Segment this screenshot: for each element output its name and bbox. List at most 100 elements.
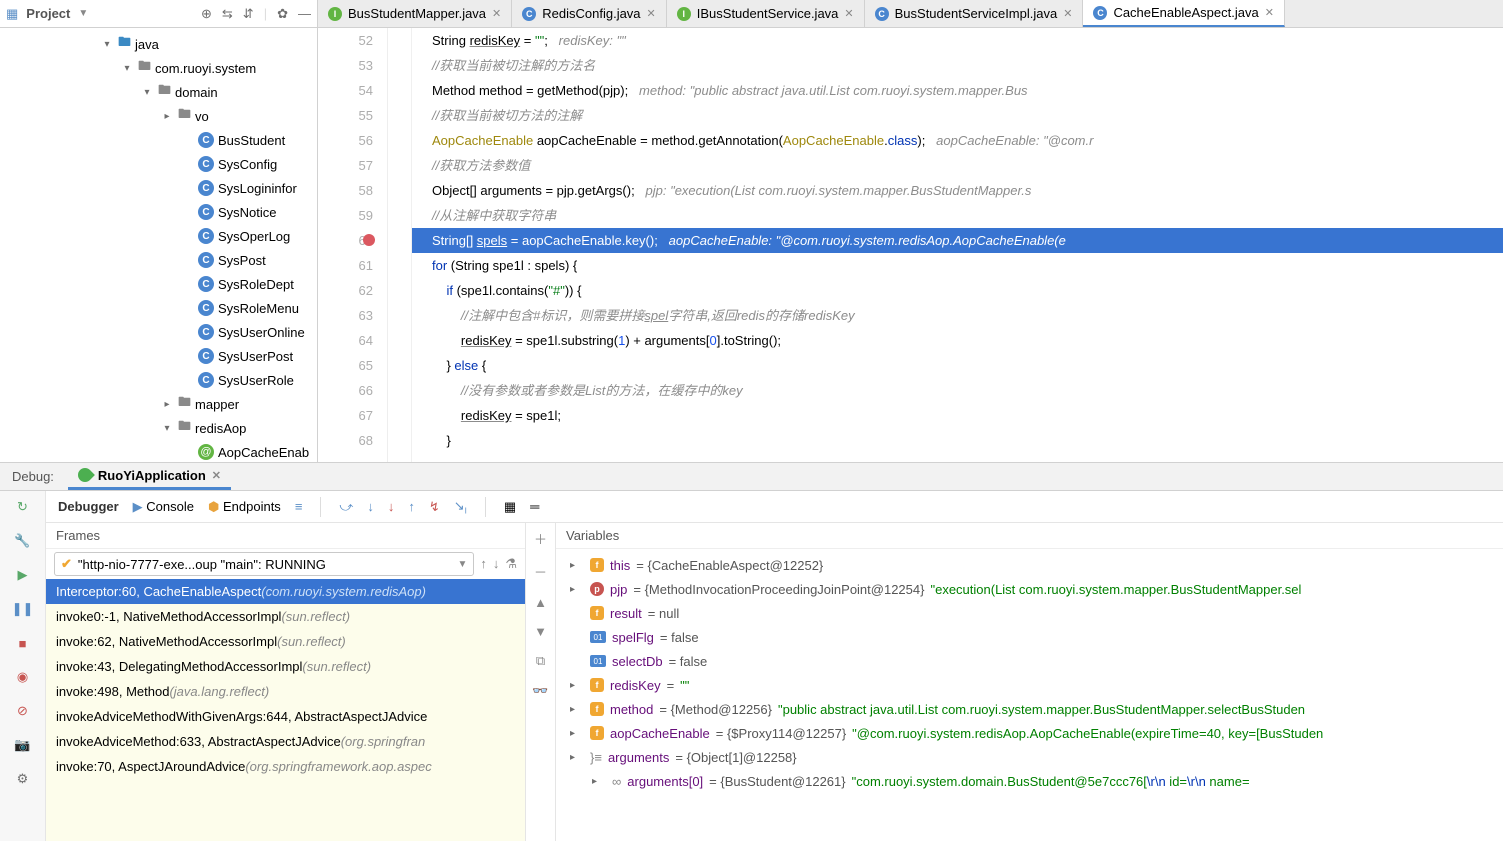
editor-tab[interactable]: CBusStudentServiceImpl.java✕	[865, 0, 1084, 27]
chevron-icon[interactable]: ▸	[570, 584, 584, 595]
stack-frame[interactable]: Interceptor:60, CacheEnableAspect (com.r…	[46, 579, 525, 604]
close-icon[interactable]: ✕	[1063, 7, 1072, 20]
chevron-icon[interactable]: ▸	[160, 111, 174, 122]
chevron-icon[interactable]: ▾	[100, 39, 114, 50]
tree-item[interactable]: ▾🖿domain	[0, 80, 317, 104]
tree-item[interactable]: CSysLogininfor	[0, 176, 317, 200]
code-line[interactable]: redisKey = spe1l.substring(1) + argument…	[412, 328, 1503, 353]
endpoints-tab[interactable]: ⬢ Endpoints	[208, 499, 281, 515]
stack-frame[interactable]: invokeAdviceMethod:633, AbstractAspectJA…	[46, 729, 525, 754]
tree-item[interactable]: CSysPost	[0, 248, 317, 272]
mute-bp-icon[interactable]: ⊘	[13, 701, 33, 721]
editor-tab[interactable]: CRedisConfig.java✕	[512, 0, 667, 27]
code-line[interactable]: //获取当前被切注解的方法名	[412, 53, 1503, 78]
project-dropdown[interactable]: ▼	[78, 8, 88, 19]
glasses-icon[interactable]: 👓	[532, 683, 548, 699]
chevron-icon[interactable]: ▸	[570, 728, 584, 739]
code-editor[interactable]: 5253545556575859606162636465666768 Strin…	[318, 28, 1503, 462]
close-icon[interactable]: ✕	[1265, 6, 1274, 19]
next-frame-icon[interactable]: ↓	[493, 556, 500, 572]
drop-frame-icon[interactable]: ↯	[429, 499, 440, 515]
code-line[interactable]: //获取方法参数值	[412, 153, 1503, 178]
tree-item[interactable]: CSysNotice	[0, 200, 317, 224]
stack-frame[interactable]: invoke0:-1, NativeMethodAccessorImpl (su…	[46, 604, 525, 629]
chevron-icon[interactable]: ▾	[140, 87, 154, 98]
code-line[interactable]: AopCacheEnable aopCacheEnable = method.g…	[412, 128, 1503, 153]
tree-item[interactable]: CSysUserPost	[0, 344, 317, 368]
step-into-icon[interactable]: ↓	[367, 499, 374, 514]
code-line[interactable]: //没有参数或者参数是List的方法，在缓存中的key	[412, 378, 1503, 403]
locate-icon[interactable]: ⊕	[201, 6, 212, 22]
variable-row[interactable]: ▸f this = {CacheEnableAspect@12252}	[556, 553, 1503, 577]
chevron-icon[interactable]: ▸	[570, 752, 584, 763]
variable-row[interactable]: f result = null	[556, 601, 1503, 625]
down-icon[interactable]: ▼	[534, 624, 547, 639]
remove-icon[interactable]: －	[534, 562, 547, 581]
console-tab[interactable]: ▶ Console	[133, 499, 194, 515]
variable-row[interactable]: ▸f method = {Method@12256} "public abstr…	[556, 697, 1503, 721]
code-lines[interactable]: String redisKey = ""; redisKey: ""//获取当前…	[412, 28, 1503, 462]
chevron-icon[interactable]: ▸	[570, 704, 584, 715]
copy-icon[interactable]: ⧉	[536, 653, 545, 669]
variable-row[interactable]: 01 selectDb = false	[556, 649, 1503, 673]
close-icon[interactable]: ✕	[492, 7, 501, 20]
modify-icon[interactable]: 🔧	[13, 531, 33, 551]
up-icon[interactable]: ▲	[534, 595, 547, 610]
evaluate-icon[interactable]: ▦	[504, 499, 516, 515]
chevron-icon[interactable]: ▸	[570, 680, 584, 691]
frames-list[interactable]: Interceptor:60, CacheEnableAspect (com.r…	[46, 579, 525, 841]
stack-frame[interactable]: invoke:62, NativeMethodAccessorImpl (sun…	[46, 629, 525, 654]
editor-tab[interactable]: CCacheEnableAspect.java✕	[1083, 0, 1284, 27]
tree-item[interactable]: CSysOperLog	[0, 224, 317, 248]
editor-tab[interactable]: IIBusStudentService.java✕	[667, 0, 865, 27]
close-icon[interactable]: ✕	[212, 469, 221, 482]
tree-item[interactable]: CSysUserOnline	[0, 320, 317, 344]
tree-item[interactable]: CBusStudent	[0, 128, 317, 152]
breakpoints-icon[interactable]: ◉	[13, 667, 33, 687]
tree-item[interactable]: ▸🖿vo	[0, 104, 317, 128]
trace-icon[interactable]: ═	[530, 499, 539, 514]
rerun-icon[interactable]: ↻	[13, 497, 33, 517]
code-line[interactable]: for (String spe1l : spels) {	[412, 253, 1503, 278]
tree-item[interactable]: CSysRoleMenu	[0, 296, 317, 320]
code-line[interactable]: if (spe1l.contains("#")) {	[412, 278, 1503, 303]
stack-frame[interactable]: invoke:498, Method (java.lang.reflect)	[46, 679, 525, 704]
tree-item[interactable]: CSysUserRole	[0, 368, 317, 392]
step-over-icon[interactable]: ⤻	[339, 499, 353, 515]
tree-item[interactable]: ▾🖿java	[0, 32, 317, 56]
code-line[interactable]: //获取当前被切方法的注解	[412, 103, 1503, 128]
debugger-tab[interactable]: Debugger	[58, 499, 119, 514]
variable-row[interactable]: 01 spelFlg = false	[556, 625, 1503, 649]
variable-row[interactable]: ▸f aopCacheEnable = {$Proxy114@12257} "@…	[556, 721, 1503, 745]
tree-item[interactable]: CSysRoleDept	[0, 272, 317, 296]
close-icon[interactable]: ✕	[647, 7, 656, 20]
tree-item[interactable]: ▾🖿redisAop	[0, 416, 317, 440]
settings-icon[interactable]: ✿	[277, 6, 288, 22]
tree-item[interactable]: CSysConfig	[0, 152, 317, 176]
chevron-icon[interactable]: ▸	[592, 776, 606, 787]
chevron-icon[interactable]: ▾	[160, 423, 174, 434]
editor-tab[interactable]: IBusStudentMapper.java✕	[318, 0, 512, 27]
breakpoint-icon[interactable]	[363, 234, 375, 246]
tree-item[interactable]: @AopCacheEnab	[0, 440, 317, 462]
project-title[interactable]: Project	[26, 6, 70, 21]
prev-frame-icon[interactable]: ↑	[480, 556, 487, 572]
code-line[interactable]: Object[] arguments = pjp.getArgs(); pjp:…	[412, 178, 1503, 203]
project-tree[interactable]: ▾🖿java▾🖿com.ruoyi.system▾🖿domain▸🖿voCBus…	[0, 28, 317, 462]
code-line[interactable]: } else {	[412, 353, 1503, 378]
code-line[interactable]: }	[412, 428, 1503, 453]
variable-row[interactable]: ▸∞ arguments[0] = {BusStudent@12261} "co…	[556, 769, 1503, 793]
code-line[interactable]: String[] spels = aopCacheEnable.key(); a…	[412, 228, 1503, 253]
code-line[interactable]: Method method = getMethod(pjp); method: …	[412, 78, 1503, 103]
stop-icon[interactable]: ■	[13, 633, 33, 653]
variables-list[interactable]: ▸f this = {CacheEnableAspect@12252}▸p pj…	[556, 549, 1503, 841]
filter-icon[interactable]: ⚗	[505, 556, 517, 572]
code-line[interactable]: //从注解中获取字符串	[412, 203, 1503, 228]
thread-selector[interactable]: ✔ "http-nio-7777-exe...oup "main": RUNNI…	[54, 552, 474, 576]
code-line[interactable]: //注解中包含#标识，则需要拼接spel字符串,返回redis的存储redisK…	[412, 303, 1503, 328]
close-icon[interactable]: ✕	[844, 7, 853, 20]
code-line[interactable]: redisKey = spe1l;	[412, 403, 1503, 428]
code-line[interactable]: String redisKey = ""; redisKey: ""	[412, 28, 1503, 53]
add-icon[interactable]: ＋	[534, 529, 547, 548]
variable-row[interactable]: ▸p pjp = {MethodInvocationProceedingJoin…	[556, 577, 1503, 601]
